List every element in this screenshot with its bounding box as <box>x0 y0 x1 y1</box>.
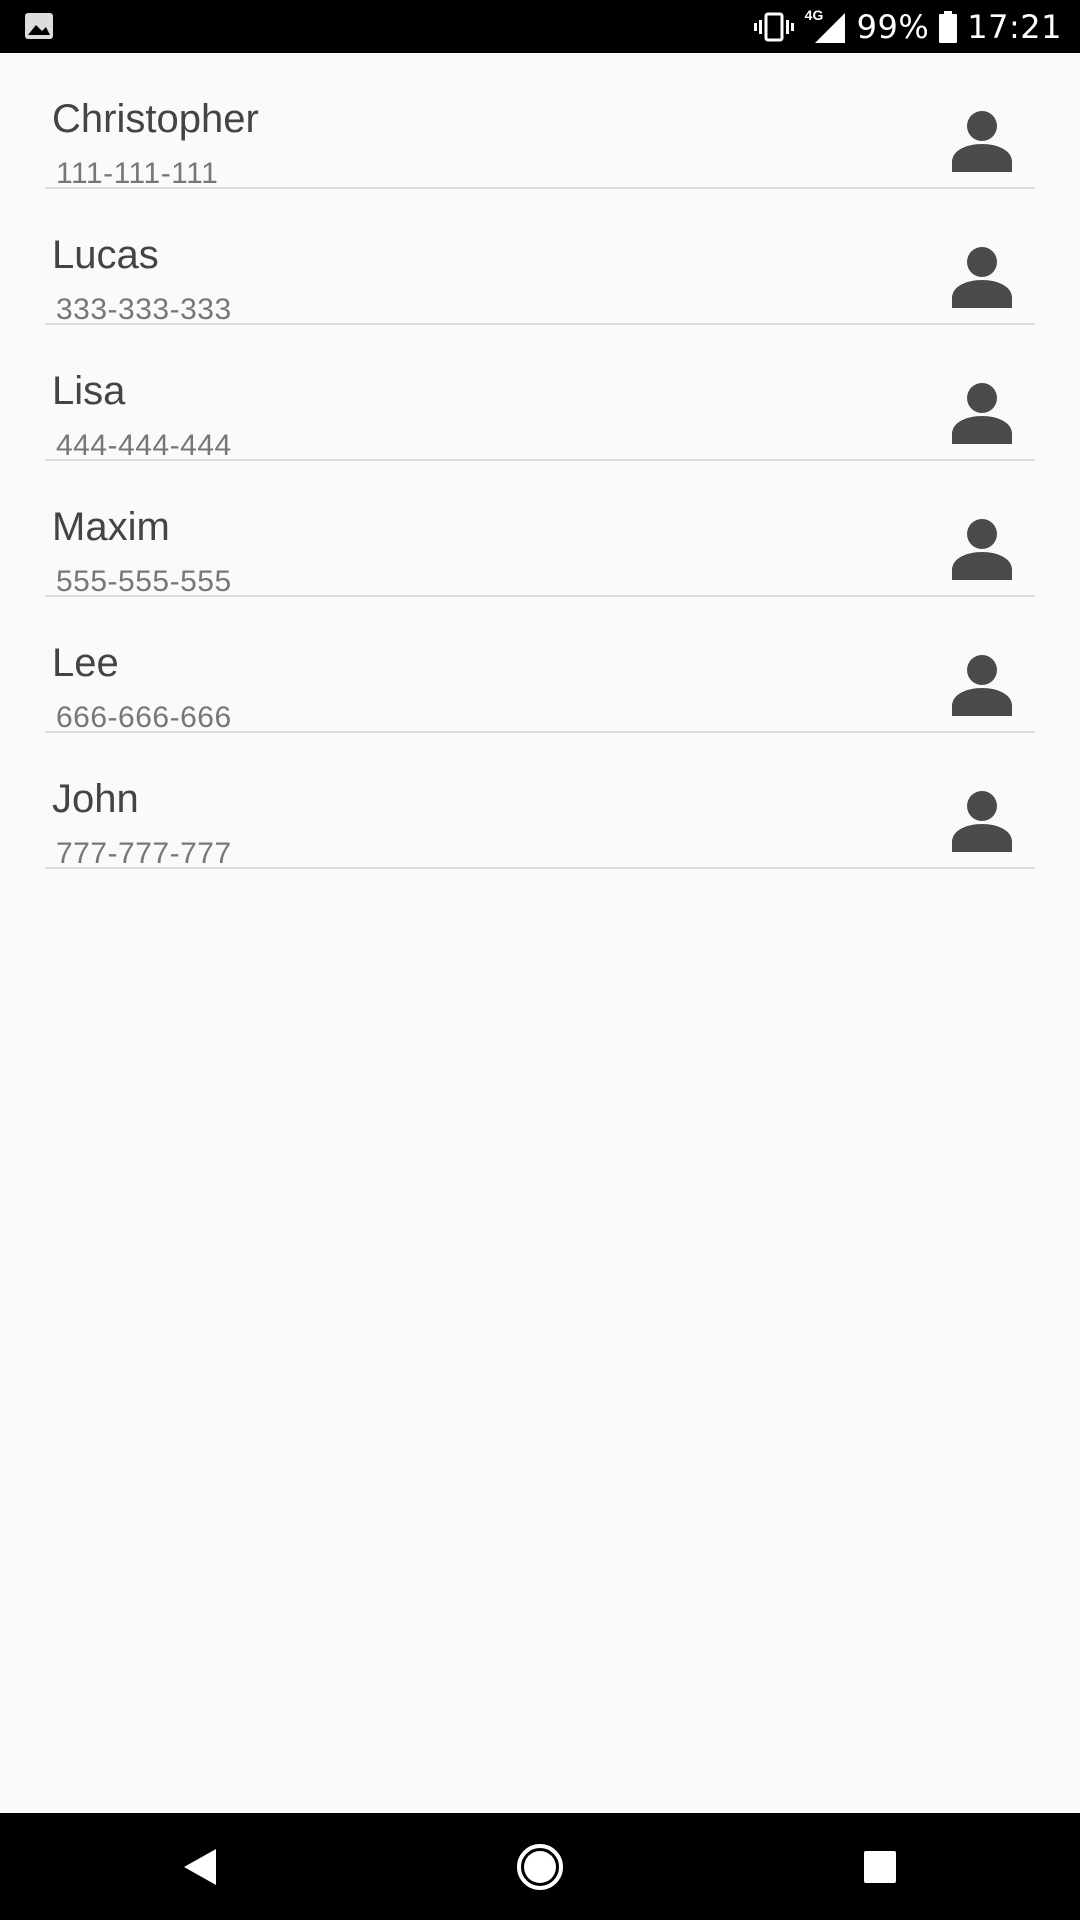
contact-row[interactable]: Christopher 111-111-111 <box>45 53 1035 190</box>
battery-percent: 99% <box>856 7 930 46</box>
vibrate-icon <box>753 12 795 42</box>
contact-row[interactable]: Maxim 555-555-555 <box>45 461 1035 598</box>
home-icon <box>516 1843 564 1891</box>
person-icon[interactable] <box>951 110 1013 172</box>
battery-icon <box>939 10 958 43</box>
contact-row[interactable]: Lisa 444-444-444 <box>45 325 1035 462</box>
home-button[interactable] <box>490 1813 590 1920</box>
contact-phone: 111-111-111 <box>56 157 219 190</box>
contact-name: John <box>52 777 139 821</box>
person-icon[interactable] <box>951 246 1013 308</box>
contact-phone: 777-777-777 <box>56 837 232 870</box>
contact-list: Christopher 111-111-111 Lucas 333-333-33… <box>0 53 1080 870</box>
contact-phone: 555-555-555 <box>56 565 232 598</box>
contact-phone: 666-666-666 <box>56 701 232 734</box>
recents-button[interactable] <box>830 1813 930 1920</box>
contact-phone: 444-444-444 <box>56 429 232 462</box>
signal-icon: 4G <box>805 7 847 45</box>
person-icon[interactable] <box>951 518 1013 580</box>
back-button[interactable] <box>150 1813 250 1920</box>
contact-row[interactable]: Lee 666-666-666 <box>45 597 1035 734</box>
contact-name: Lucas <box>52 233 159 277</box>
contact-name: Maxim <box>52 505 170 549</box>
contact-name: Christopher <box>52 97 259 141</box>
contact-name: Lee <box>52 641 119 685</box>
status-bar: 4G 99% 17:21 <box>0 0 1080 53</box>
recents-icon <box>862 1849 898 1885</box>
clock: 17:21 <box>967 7 1062 46</box>
person-icon[interactable] <box>951 382 1013 444</box>
person-icon[interactable] <box>951 790 1013 852</box>
image-icon <box>24 12 54 40</box>
back-icon <box>182 1847 218 1887</box>
navigation-bar <box>0 1813 1080 1920</box>
person-icon[interactable] <box>951 654 1013 716</box>
contact-row[interactable]: John 777-777-777 <box>45 733 1035 870</box>
contact-phone: 333-333-333 <box>56 293 232 326</box>
contact-row[interactable]: Lucas 333-333-333 <box>45 189 1035 326</box>
contact-name: Lisa <box>52 369 126 413</box>
